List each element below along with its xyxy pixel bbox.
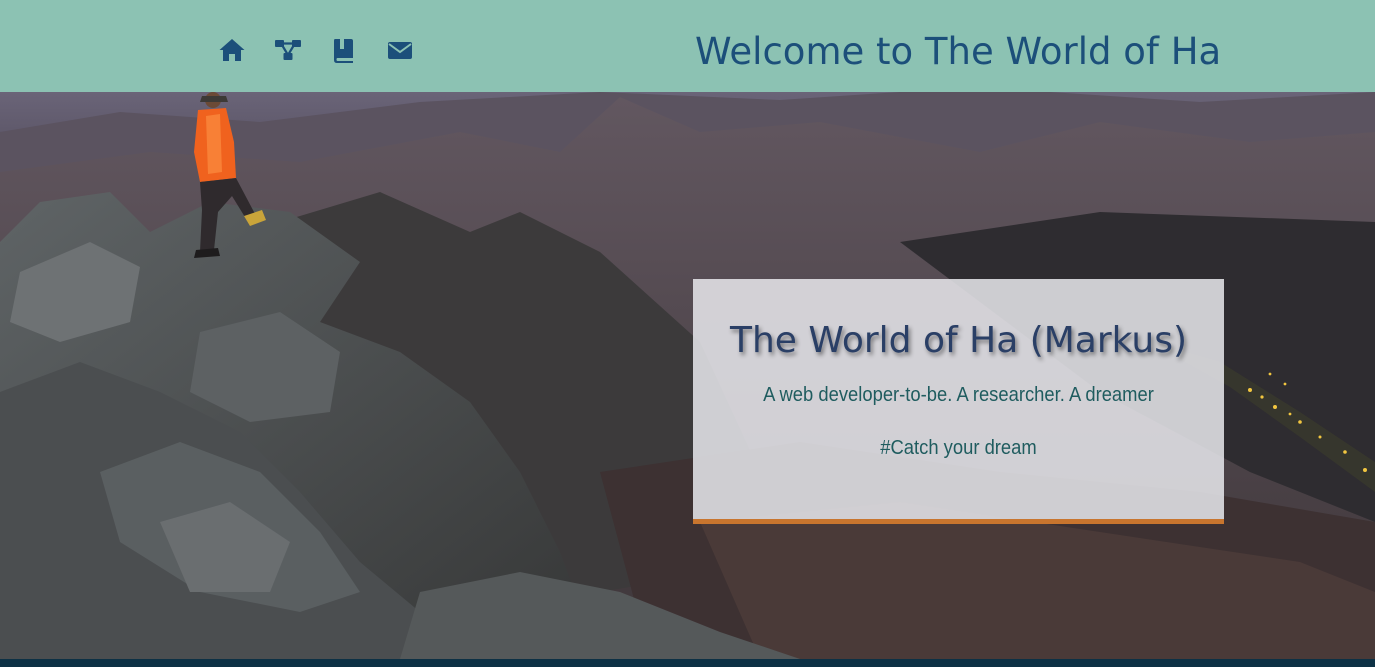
- hero-section: The World of Ha (Markus) A web developer…: [0, 92, 1375, 659]
- main-nav: [218, 36, 414, 64]
- intro-heading: The World of Ha (Markus): [729, 320, 1188, 361]
- nav-projects-link[interactable]: [274, 36, 302, 64]
- footer-bar: [0, 659, 1375, 667]
- intro-motto: #Catch your dream: [880, 437, 1037, 459]
- site-title: Welcome to The World of Ha: [695, 30, 1222, 73]
- nav-contact-link[interactable]: [386, 36, 414, 64]
- intro-card: The World of Ha (Markus) A web developer…: [693, 279, 1224, 524]
- envelope-icon: [388, 42, 412, 59]
- book-icon: [334, 39, 353, 63]
- network-icon: [275, 40, 301, 60]
- home-icon: [219, 39, 245, 61]
- nav-home-link[interactable]: [218, 36, 246, 64]
- nav-blog-link[interactable]: [330, 36, 358, 64]
- site-header: Welcome to The World of Ha: [0, 0, 1375, 92]
- intro-tagline: A web developer-to-be. A researcher. A d…: [763, 384, 1154, 406]
